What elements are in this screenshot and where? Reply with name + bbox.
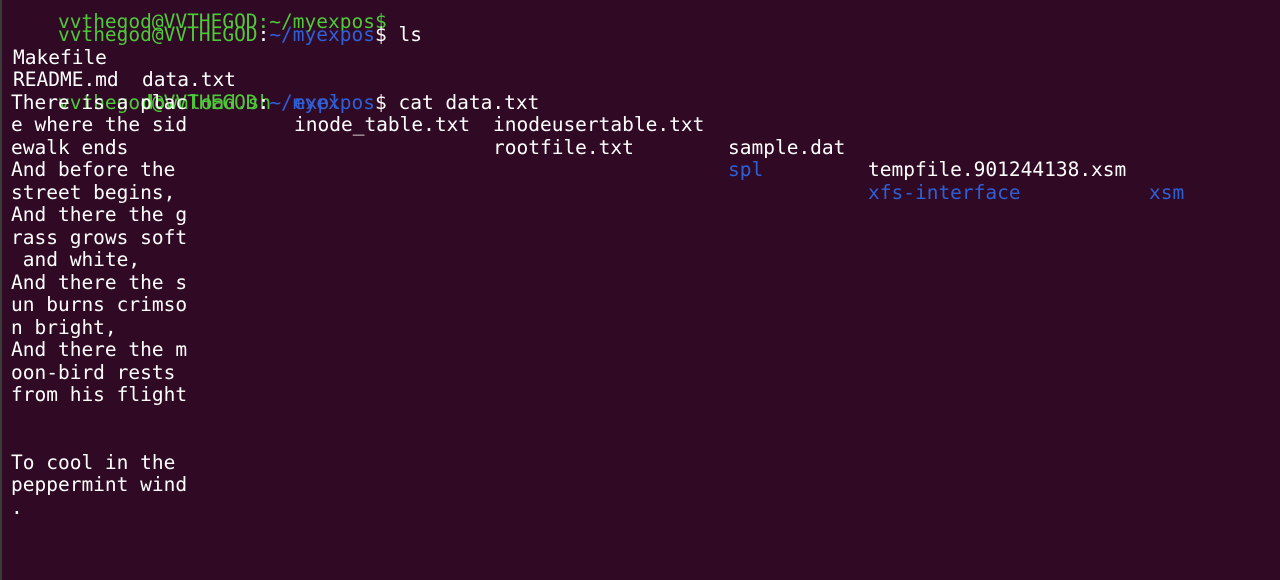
file-entry: sample.dat	[728, 135, 846, 159]
prompt-line-cat: vvthegod@VVTHEGOD:~/myexpos$ cat data.tx…	[11, 69, 539, 114]
ls-output-row-1: Makefile data.txt expl inodeusertable.tx…	[2, 24, 1280, 203]
directory-entry: xsm	[1149, 180, 1185, 204]
output-line: rass grows soft	[11, 225, 188, 249]
output-line: To cool in the	[11, 450, 176, 474]
output-line: And there the m	[11, 338, 188, 361]
prompt-dollar: $	[374, 90, 399, 114]
output-line: from his flight	[11, 383, 188, 406]
output-line: And there the s	[11, 270, 188, 294]
command-cat: cat data.txt	[398, 90, 540, 114]
output-line: street begins,	[11, 180, 176, 204]
directory-entry: xfs-interface	[868, 180, 1021, 204]
output-line: e where the sid	[11, 113, 188, 136]
file-entry: rootfile.txt	[493, 135, 634, 159]
output-line: oon-bird rests	[11, 360, 176, 384]
terminal-window[interactable]: vvthegod@VVTHEGOD:~/myexpos$ vvthegod@VV…	[0, 0, 1280, 580]
directory-entry: spl	[728, 158, 764, 181]
file-entry: tempfile.901244138.xsm	[868, 158, 1127, 181]
ls-output-row-2: README.md download.sh inode_table.txt ro…	[2, 47, 1280, 203]
output-line: un burns crimso	[11, 293, 188, 316]
output-line: and white,	[11, 248, 141, 271]
output-line: n bright,	[11, 315, 117, 339]
file-entry: inode_table.txt	[294, 113, 471, 136]
prompt-colon: :	[257, 90, 270, 114]
output-line: .	[11, 495, 23, 519]
file-entry: inodeusertable.txt	[493, 113, 705, 136]
output-line: There is a plac	[11, 90, 188, 114]
output-line: ewalk ends	[11, 135, 129, 159]
output-line: peppermint wind	[11, 473, 188, 496]
prompt-line-ls: vvthegod@VVTHEGOD:~/myexpos$ ls	[11, 1, 422, 46]
output-line: And before the	[11, 158, 176, 181]
prompt-path: ~/myexpos	[269, 90, 375, 114]
output-line: And there the g	[11, 203, 188, 226]
